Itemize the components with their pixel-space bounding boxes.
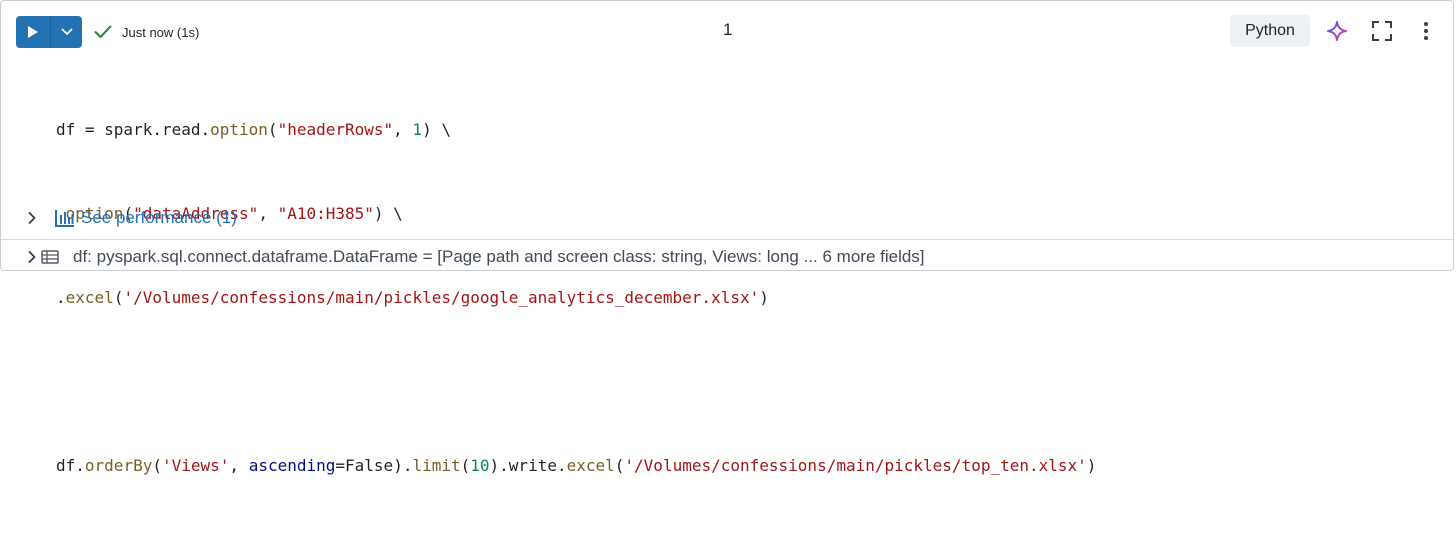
checkmark-icon: [94, 25, 112, 38]
sparkle-icon: [1327, 21, 1347, 41]
code-line: df.orderBy('Views', ascending=False).lim…: [56, 456, 1097, 475]
chevron-right-icon: [28, 251, 36, 263]
bar-chart-icon: [55, 210, 74, 227]
see-performance-label: See performance (1): [81, 208, 237, 227]
run-button-group: [16, 16, 82, 48]
language-selector[interactable]: Python: [1230, 15, 1310, 47]
execution-status: Just now (1s): [94, 21, 199, 43]
fullscreen-icon: [1372, 21, 1392, 41]
table-icon: [41, 250, 59, 264]
play-icon: [28, 26, 38, 38]
code-line: df = spark.read.option("headerRows", 1) …: [56, 120, 451, 139]
chevron-right-icon: [28, 212, 36, 224]
chevron-down-icon: [61, 28, 72, 35]
cell-menu-button[interactable]: [1414, 19, 1438, 43]
assistant-button[interactable]: [1325, 19, 1349, 43]
notebook-cell: Just now (1s) 1 Python df = spark.read.o…: [0, 0, 1454, 475]
dataframe-schema-text: df: pyspark.sql.connect.dataframe.DataFr…: [73, 247, 925, 266]
run-options-button[interactable]: [51, 16, 82, 48]
see-performance-link[interactable]: See performance (1): [25, 205, 237, 231]
kebab-menu-icon: [1424, 22, 1428, 40]
code-line: .excel('/Volumes/confessions/main/pickle…: [56, 288, 769, 307]
fullscreen-button[interactable]: [1370, 19, 1394, 43]
dataframe-schema-row[interactable]: df: pyspark.sql.connect.dataframe.DataFr…: [25, 243, 925, 271]
output-divider: [1, 239, 1453, 240]
code-editor[interactable]: df = spark.read.option("headerRows", 1) …: [56, 60, 1096, 536]
cell-number: 1: [723, 20, 733, 39]
status-text: Just now (1s): [122, 24, 200, 40]
run-cell-button[interactable]: [16, 16, 50, 48]
